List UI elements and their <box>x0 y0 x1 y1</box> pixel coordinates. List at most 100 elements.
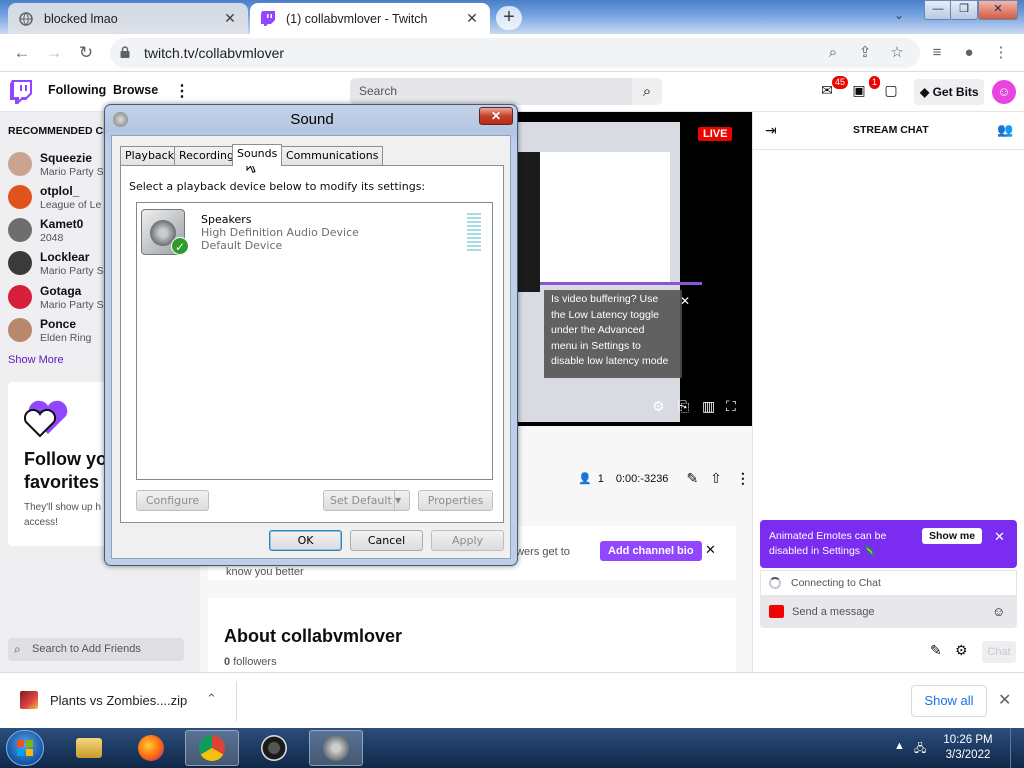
chat-send-button[interactable]: Chat <box>982 641 1016 663</box>
collapse-chat-icon[interactable]: ⇥ <box>765 122 777 139</box>
dialog-close-button[interactable]: ✕ <box>479 107 513 125</box>
twitch-search-input[interactable]: Search <box>350 78 632 105</box>
tab-playback[interactable]: Playback <box>120 146 180 165</box>
bits-icon[interactable]: ✎ <box>930 642 942 659</box>
nav-following[interactable]: Following <box>48 83 106 97</box>
start-button-windows-icon[interactable] <box>6 730 44 766</box>
show-all-downloads-button[interactable]: Show all <box>911 685 987 717</box>
forward-arrow-icon[interactable]: → <box>42 42 66 64</box>
tab-recording[interactable]: Recording <box>174 146 240 165</box>
show-desktop-button[interactable] <box>1010 728 1024 768</box>
minimize-window-button[interactable]: — <box>924 0 952 20</box>
share-upload-icon[interactable]: ⇧ <box>710 470 722 487</box>
whispers-icon[interactable]: ▢ <box>880 82 902 102</box>
tab-title: blocked lmao <box>44 11 118 26</box>
tab-close-icon[interactable]: ✕ <box>464 10 480 27</box>
add-friends-search-input[interactable]: ⌕ Search to Add Friends <box>8 638 184 661</box>
chat-settings-gear-icon[interactable]: ⚙ <box>955 642 968 659</box>
followers-row: 0 followers <box>224 656 277 668</box>
follow-subtext-line: They'll show up h <box>24 502 101 513</box>
share-icon[interactable]: ⇪ <box>854 42 876 64</box>
notifications-icon[interactable]: ▣ 1 <box>848 76 880 102</box>
theatre-mode-icon[interactable]: ▥ <box>702 398 715 415</box>
download-filename: Plants vs Zombies....zip <box>50 692 188 708</box>
download-bar-close-icon[interactable]: ✕ <box>998 690 1011 710</box>
user-avatar[interactable]: ☺ <box>992 80 1016 104</box>
back-arrow-icon[interactable]: ← <box>10 42 34 64</box>
fullscreen-icon[interactable]: ⛶ <box>726 398 736 415</box>
set-default-label: Set Default <box>330 494 392 507</box>
download-item[interactable]: Plants vs Zombies....zip <box>20 691 187 709</box>
connecting-text: Connecting to Chat <box>791 577 881 589</box>
close-window-button[interactable]: ✕ <box>978 0 1018 20</box>
stream-uptime: 0:00:-3236 <box>615 472 669 485</box>
chat-message-input[interactable]: Send a message ☺ <box>760 596 1017 628</box>
sound-settings-taskbar-icon[interactable] <box>309 730 363 766</box>
community-users-icon[interactable]: 👥 <box>997 122 1013 138</box>
show-more-link[interactable]: Show More <box>8 354 64 366</box>
show-me-button[interactable]: Show me <box>922 528 983 544</box>
tab-sounds[interactable]: Sounds <box>232 144 283 166</box>
bio-close-icon[interactable]: ✕ <box>705 542 716 558</box>
channel-name: Ponce <box>40 317 77 331</box>
clip-icon[interactable]: ⎘ <box>678 398 689 415</box>
zoom-icon[interactable]: ⌕ <box>822 42 844 64</box>
search-icon: ⌕ <box>14 642 21 656</box>
get-bits-button[interactable]: ◆ Get Bits <box>914 79 984 105</box>
tab-search-chevron-icon[interactable]: ⌄ <box>888 8 910 28</box>
dropdown-arrow-icon[interactable]: ▼ <box>394 491 409 510</box>
folder-icon <box>76 738 102 758</box>
emote-picker-icon[interactable]: ☺ <box>992 596 1005 628</box>
banner-close-icon[interactable]: ✕ <box>994 529 1005 545</box>
configure-button[interactable]: Configure <box>136 490 209 511</box>
browser-tab-twitch[interactable]: (1) collabvmlover - Twitch ✕ <box>250 3 490 34</box>
properties-button[interactable]: Properties <box>418 490 493 511</box>
settings-gear-icon[interactable]: ⚙ <box>652 398 665 415</box>
address-bar[interactable]: twitch.tv/collabvmlover <box>110 38 920 68</box>
restore-window-button[interactable]: ❐ <box>950 0 978 20</box>
device-row-speakers[interactable]: ✓ Speakers High Definition Audio Device … <box>139 207 490 259</box>
dialog-client-area: Playback Recording Sounds Communications… <box>111 135 511 559</box>
send-message-placeholder: Send a message <box>792 606 875 618</box>
playback-instruction: Select a playback device below to modify… <box>129 180 426 193</box>
nav-browse[interactable]: Browse <box>113 83 158 97</box>
bookmark-star-icon[interactable]: ☆ <box>886 42 908 64</box>
cancel-button[interactable]: Cancel <box>350 530 423 551</box>
globe-icon <box>18 11 34 27</box>
channel-game: Elden Ring <box>40 332 92 344</box>
ok-button[interactable]: OK <box>269 530 342 551</box>
set-default-split-button[interactable]: Set Default ▼ <box>323 490 410 511</box>
chevron-up-icon[interactable]: ⌃ <box>206 691 217 707</box>
firefox-taskbar-icon[interactable] <box>124 730 178 766</box>
browser-tab-blocked[interactable]: blocked lmao ✕ <box>8 3 248 34</box>
add-channel-bio-button[interactable]: Add channel bio <box>600 541 702 561</box>
inbox-icon[interactable]: ✉ 45 <box>816 76 848 102</box>
chrome-menu-icon[interactable]: ⋮ <box>990 42 1012 64</box>
twitch-logo-icon[interactable] <box>10 80 32 104</box>
tooltip-line: disable low latency mode <box>551 355 669 367</box>
new-tab-button[interactable]: + <box>496 6 522 30</box>
more-options-icon[interactable]: ⋮ <box>736 470 750 487</box>
apply-button[interactable]: Apply <box>431 530 504 551</box>
media-queue-icon[interactable]: ≡ <box>926 42 948 64</box>
taskbar-clock[interactable]: 10:26 PM 3/3/2022 <box>940 733 996 763</box>
tooltip-line: under the Advanced <box>551 324 645 336</box>
edit-pencil-icon[interactable]: ✎ <box>686 470 698 487</box>
obs-taskbar-icon[interactable] <box>247 730 301 766</box>
tray-expand-icon[interactable]: ▲ <box>894 740 905 752</box>
tab-communications[interactable]: Communications <box>281 146 384 165</box>
search-icon[interactable]: ⌕ <box>632 78 662 105</box>
reload-icon[interactable]: ↻ <box>74 42 98 64</box>
bits-gem-icon: ◆ <box>920 85 933 99</box>
more-options-icon[interactable]: ⋮ <box>174 81 190 101</box>
playback-device-list[interactable]: ✓ Speakers High Definition Audio Device … <box>136 202 493 480</box>
tooltip-close-icon[interactable]: ✕ <box>680 294 690 308</box>
live-badge: LIVE <box>698 127 733 141</box>
channel-name: Kamet0 <box>40 217 84 231</box>
chrome-taskbar-icon[interactable] <box>185 730 239 766</box>
file-explorer-taskbar-icon[interactable] <box>62 730 116 766</box>
channel-game: Mario Party S <box>40 299 104 311</box>
network-icon[interactable]: 🖧 <box>914 740 926 759</box>
tab-close-icon[interactable]: ✕ <box>222 10 238 27</box>
profile-icon[interactable]: ● <box>958 42 980 64</box>
